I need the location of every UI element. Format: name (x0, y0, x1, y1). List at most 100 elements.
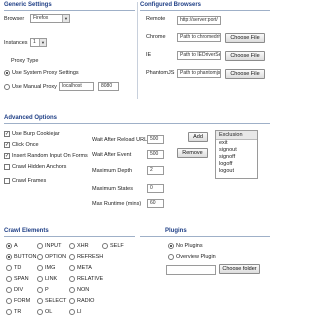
max-states-input[interactable]: 0 (147, 184, 164, 193)
crawl-element-radio-tr[interactable] (6, 309, 12, 315)
click-once-checkbox[interactable]: ✓ (4, 142, 10, 148)
proxy-port-input[interactable]: 8080 (98, 82, 119, 91)
crawl-element-radio-link[interactable] (37, 276, 43, 282)
crawl-element-radio-p[interactable] (37, 287, 43, 293)
wait-reload-input[interactable]: 500 (147, 135, 164, 144)
manual-proxy-radio[interactable] (4, 84, 10, 90)
browser-select-value: Firefox (33, 15, 49, 21)
crawl-element-radio-ol[interactable] (37, 309, 43, 315)
crawl-element-radio-meta[interactable] (69, 265, 75, 271)
crawl-element-radio-img[interactable] (37, 265, 43, 271)
crawl-element-label: TD (14, 265, 22, 271)
crawl-element-radio-li[interactable] (69, 309, 75, 315)
hidden-anchors-checkbox[interactable] (4, 164, 10, 170)
proxy-host-input[interactable]: localhost (59, 82, 94, 91)
instances-select[interactable]: 1 ▼ (30, 38, 47, 47)
crawl-element-radio-td[interactable] (6, 265, 12, 271)
crawl-element-radio-span[interactable] (6, 276, 12, 282)
browser-label: Browser (4, 16, 25, 22)
crawl-element-radio-input[interactable] (37, 243, 43, 249)
overview-plugin-label: Overview Plugin (176, 254, 216, 260)
crawl-element-label: REFRESH (77, 254, 104, 260)
chevron-down-icon: ▼ (62, 15, 69, 22)
max-depth-label: Maximum Depth (92, 168, 133, 174)
crawl-element-radio-form[interactable] (6, 298, 12, 304)
crawl-element-radio-option[interactable] (37, 254, 43, 260)
manual-proxy-label: Use Manual Proxy (12, 84, 57, 90)
crawl-element-radio-refresh[interactable] (69, 254, 75, 260)
burp-cookiejar-label: Use Burp Cookiejar (12, 131, 60, 137)
exclusion-list[interactable]: Exclusion exit signout signoff logoff lo… (215, 130, 258, 179)
crawl-frames-label: Crawl Frames (12, 178, 47, 184)
chrome-choose-file-button[interactable]: Choose File (225, 33, 265, 43)
crawl-element-radio-select[interactable] (37, 298, 43, 304)
system-proxy-radio[interactable] (4, 70, 10, 76)
phantomjs-path-input[interactable]: Path to phantomjs.exe (177, 69, 221, 78)
crawl-element-label: LI (77, 309, 82, 315)
crawl-element-radio-button[interactable] (6, 254, 12, 260)
list-item[interactable]: signout (216, 147, 257, 154)
advanced-options-divider (4, 123, 270, 124)
ie-label: IE (146, 52, 152, 58)
list-item[interactable]: exit (216, 140, 257, 147)
crawl-element-label: RELATIVE (77, 276, 104, 282)
ie-path-input[interactable]: Path to IEDriverServer.exe (177, 51, 221, 60)
no-plugins-radio[interactable] (168, 243, 174, 249)
ie-choose-file-button[interactable]: Choose File (225, 51, 265, 61)
crawl-element-label: OPTION (45, 254, 67, 260)
crawl-element-label: INPUT (45, 243, 62, 249)
crawl-element-radio-radio[interactable] (69, 298, 75, 304)
browser-select[interactable]: Firefox ▼ (30, 14, 70, 23)
crawl-element-label: IMG (45, 265, 56, 271)
max-states-label: Maximum States (92, 186, 133, 192)
remove-exclusion-button[interactable]: Remove (177, 148, 208, 158)
random-input-label: Insert Random Input On Forms (12, 153, 88, 159)
crawl-elements-title: Crawl Elements (4, 228, 49, 234)
system-proxy-label: Use System Proxy Settings (12, 70, 79, 76)
crawl-element-label: P (45, 287, 49, 293)
list-item[interactable]: logoff (216, 161, 257, 168)
proxy-type-label: Proxy Type (11, 58, 39, 64)
max-depth-input[interactable]: 2 (147, 166, 164, 175)
random-input-checkbox[interactable]: ✓ (4, 153, 10, 159)
crawl-element-radio-xhr[interactable] (69, 243, 75, 249)
crawl-element-radio-non[interactable] (69, 287, 75, 293)
crawl-element-label: TR (14, 309, 22, 315)
crawl-element-label: SPAN (14, 276, 29, 282)
add-exclusion-button[interactable]: Add (188, 132, 208, 142)
burp-cookiejar-checkbox[interactable]: ✓ (4, 131, 10, 137)
remote-url-input[interactable]: http://server:port/ (177, 16, 221, 25)
crawl-element-label: BUTTON (14, 254, 37, 260)
choose-folder-button[interactable]: Choose folder (219, 264, 260, 274)
wait-reload-label: Wait After Reload URL (92, 137, 148, 143)
crawl-element-label: XHR (77, 243, 89, 249)
list-item[interactable]: logout (216, 168, 257, 175)
crawl-element-radio-a[interactable] (6, 243, 12, 249)
crawl-element-label: LINK (45, 276, 58, 282)
crawl-element-label: A (14, 243, 18, 249)
list-item[interactable]: signoff (216, 154, 257, 161)
crawl-element-radio-relative[interactable] (69, 276, 75, 282)
chevron-down-icon: ▼ (39, 39, 46, 46)
crawl-element-label: DIV (14, 287, 24, 293)
top-column-divider (137, 2, 138, 99)
crawl-element-label: META (77, 265, 92, 271)
crawl-element-label: SELECT (45, 298, 67, 304)
overview-plugin-radio[interactable] (168, 254, 174, 260)
max-runtime-input[interactable]: 60 (147, 199, 164, 208)
wait-event-input[interactable]: 500 (147, 150, 164, 159)
generic-settings-divider (4, 10, 135, 11)
plugin-folder-input[interactable] (166, 265, 216, 275)
crawl-element-label: FORM (14, 298, 31, 304)
crawl-element-radio-div[interactable] (6, 287, 12, 293)
crawl-elements-divider (4, 236, 135, 237)
phantomjs-choose-file-button[interactable]: Choose File (225, 69, 265, 79)
exclusion-list-header: Exclusion (216, 131, 257, 140)
chrome-path-input[interactable]: Path to chromedriver.exe (177, 33, 221, 42)
crawl-element-radio-self[interactable] (102, 243, 108, 249)
advanced-options-title: Advanced Options (4, 115, 58, 121)
wait-event-label: Wait After Event (92, 152, 132, 158)
instances-label: Instances (4, 40, 28, 46)
crawl-frames-checkbox[interactable] (4, 178, 10, 184)
max-runtime-label: Max Runtime (mins) (92, 201, 142, 207)
